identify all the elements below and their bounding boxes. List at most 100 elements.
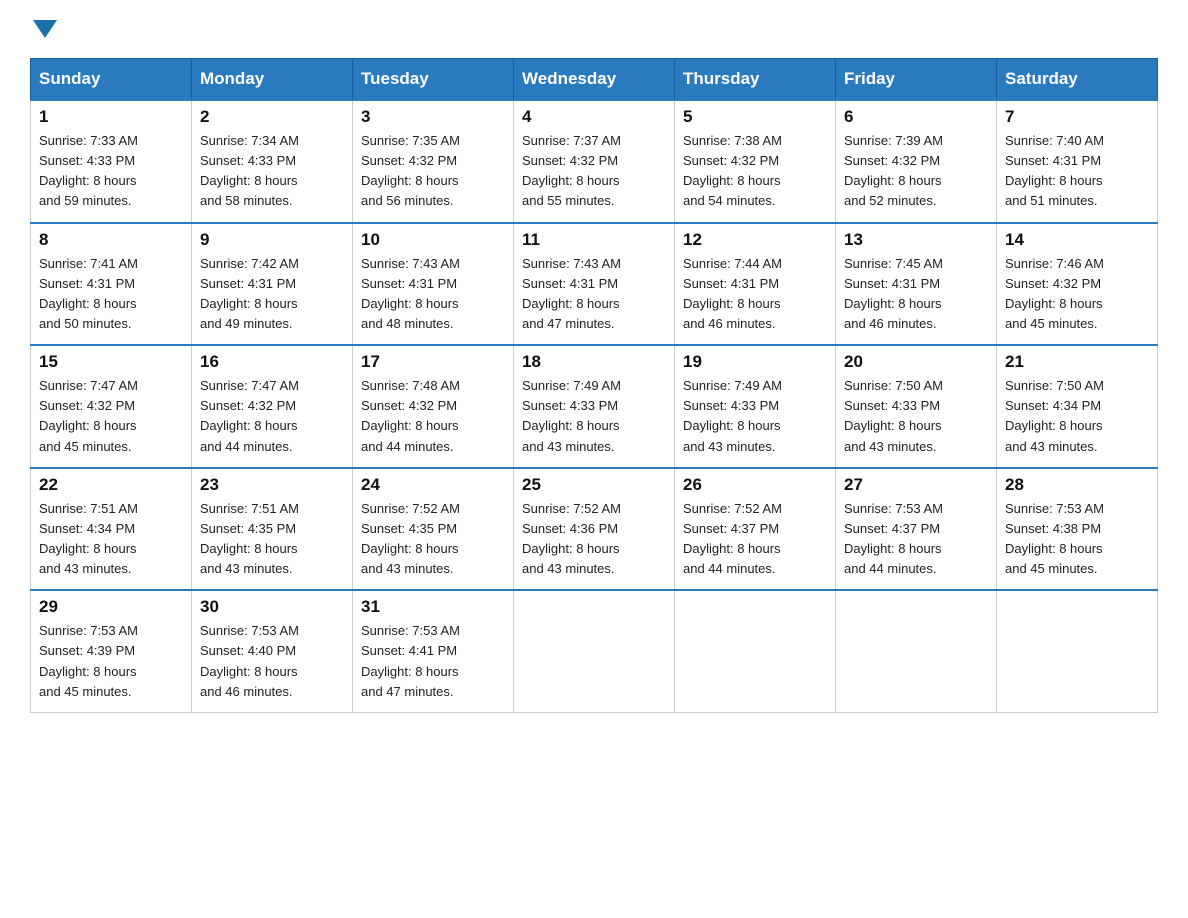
day-number: 6 (844, 107, 988, 127)
page-header (30, 20, 1158, 40)
calendar-day-23: 23 Sunrise: 7:51 AMSunset: 4:35 PMDayligh… (192, 468, 353, 591)
day-number: 11 (522, 230, 666, 250)
day-info: Sunrise: 7:53 AMSunset: 4:39 PMDaylight:… (39, 623, 138, 698)
day-info: Sunrise: 7:52 AMSunset: 4:35 PMDaylight:… (361, 501, 460, 576)
day-info: Sunrise: 7:37 AMSunset: 4:32 PMDaylight:… (522, 133, 621, 208)
calendar-day-4: 4 Sunrise: 7:37 AMSunset: 4:32 PMDaylight… (514, 100, 675, 223)
day-number: 9 (200, 230, 344, 250)
day-info: Sunrise: 7:53 AMSunset: 4:38 PMDaylight:… (1005, 501, 1104, 576)
calendar-week-row: 15 Sunrise: 7:47 AMSunset: 4:32 PMDayligh… (31, 345, 1158, 468)
calendar-day-11: 11 Sunrise: 7:43 AMSunset: 4:31 PMDayligh… (514, 223, 675, 346)
calendar-empty-cell (997, 590, 1158, 712)
calendar-day-25: 25 Sunrise: 7:52 AMSunset: 4:36 PMDayligh… (514, 468, 675, 591)
day-number: 29 (39, 597, 183, 617)
day-info: Sunrise: 7:51 AMSunset: 4:35 PMDaylight:… (200, 501, 299, 576)
day-number: 13 (844, 230, 988, 250)
calendar-table: SundayMondayTuesdayWednesdayThursdayFrid… (30, 58, 1158, 713)
calendar-day-5: 5 Sunrise: 7:38 AMSunset: 4:32 PMDaylight… (675, 100, 836, 223)
calendar-day-18: 18Sunrise: 7:49 AMSunset: 4:33 PMDayligh… (514, 345, 675, 468)
day-info: Sunrise: 7:52 AMSunset: 4:36 PMDaylight:… (522, 501, 621, 576)
day-info: Sunrise: 7:34 AMSunset: 4:33 PMDaylight:… (200, 133, 299, 208)
calendar-day-21: 21 Sunrise: 7:50 AMSunset: 4:34 PMDayligh… (997, 345, 1158, 468)
day-info: Sunrise: 7:47 AMSunset: 4:32 PMDaylight:… (39, 378, 138, 453)
day-info: Sunrise: 7:40 AMSunset: 4:31 PMDaylight:… (1005, 133, 1104, 208)
weekday-header-row: SundayMondayTuesdayWednesdayThursdayFrid… (31, 59, 1158, 101)
day-number: 4 (522, 107, 666, 127)
day-info: Sunrise: 7:49 AMSunset: 4:33 PMDaylight:… (683, 378, 782, 453)
day-number: 14 (1005, 230, 1149, 250)
day-number: 17 (361, 352, 505, 372)
day-info: Sunrise: 7:39 AMSunset: 4:32 PMDaylight:… (844, 133, 943, 208)
calendar-day-19: 19 Sunrise: 7:49 AMSunset: 4:33 PMDayligh… (675, 345, 836, 468)
calendar-day-16: 16Sunrise: 7:47 AMSunset: 4:32 PMDayligh… (192, 345, 353, 468)
day-number: 28 (1005, 475, 1149, 495)
day-info: Sunrise: 7:47 AMSunset: 4:32 PMDaylight:… (200, 378, 299, 453)
logo (30, 20, 57, 40)
calendar-week-row: 22Sunrise: 7:51 AMSunset: 4:34 PMDayligh… (31, 468, 1158, 591)
weekday-header-monday: Monday (192, 59, 353, 101)
weekday-header-wednesday: Wednesday (514, 59, 675, 101)
day-info: Sunrise: 7:42 AMSunset: 4:31 PMDaylight:… (200, 256, 299, 331)
calendar-day-28: 28 Sunrise: 7:53 AMSunset: 4:38 PMDayligh… (997, 468, 1158, 591)
logo-blue-text (30, 20, 57, 40)
day-info: Sunrise: 7:53 AMSunset: 4:37 PMDaylight:… (844, 501, 943, 576)
day-info: Sunrise: 7:38 AMSunset: 4:32 PMDaylight:… (683, 133, 782, 208)
day-number: 20 (844, 352, 988, 372)
calendar-day-29: 29 Sunrise: 7:53 AMSunset: 4:39 PMDayligh… (31, 590, 192, 712)
day-info: Sunrise: 7:49 AMSunset: 4:33 PMDaylight:… (522, 378, 621, 453)
calendar-day-1: 1 Sunrise: 7:33 AMSunset: 4:33 PMDaylight… (31, 100, 192, 223)
calendar-day-26: 26Sunrise: 7:52 AMSunset: 4:37 PMDayligh… (675, 468, 836, 591)
weekday-header-saturday: Saturday (997, 59, 1158, 101)
calendar-week-row: 29 Sunrise: 7:53 AMSunset: 4:39 PMDayligh… (31, 590, 1158, 712)
day-info: Sunrise: 7:44 AMSunset: 4:31 PMDaylight:… (683, 256, 782, 331)
day-info: Sunrise: 7:45 AMSunset: 4:31 PMDaylight:… (844, 256, 943, 331)
calendar-day-6: 6 Sunrise: 7:39 AMSunset: 4:32 PMDaylight… (836, 100, 997, 223)
day-number: 12 (683, 230, 827, 250)
day-info: Sunrise: 7:35 AMSunset: 4:32 PMDaylight:… (361, 133, 460, 208)
day-info: Sunrise: 7:50 AMSunset: 4:34 PMDaylight:… (1005, 378, 1104, 453)
day-number: 30 (200, 597, 344, 617)
day-number: 8 (39, 230, 183, 250)
calendar-day-15: 15 Sunrise: 7:47 AMSunset: 4:32 PMDayligh… (31, 345, 192, 468)
calendar-day-31: 31 Sunrise: 7:53 AMSunset: 4:41 PMDayligh… (353, 590, 514, 712)
calendar-week-row: 1 Sunrise: 7:33 AMSunset: 4:33 PMDaylight… (31, 100, 1158, 223)
calendar-empty-cell (836, 590, 997, 712)
calendar-day-27: 27Sunrise: 7:53 AMSunset: 4:37 PMDayligh… (836, 468, 997, 591)
day-info: Sunrise: 7:53 AMSunset: 4:41 PMDaylight:… (361, 623, 460, 698)
calendar-day-30: 30 Sunrise: 7:53 AMSunset: 4:40 PMDayligh… (192, 590, 353, 712)
calendar-day-14: 14Sunrise: 7:46 AMSunset: 4:32 PMDayligh… (997, 223, 1158, 346)
day-info: Sunrise: 7:33 AMSunset: 4:33 PMDaylight:… (39, 133, 138, 208)
calendar-day-7: 7 Sunrise: 7:40 AMSunset: 4:31 PMDaylight… (997, 100, 1158, 223)
calendar-day-20: 20Sunrise: 7:50 AMSunset: 4:33 PMDayligh… (836, 345, 997, 468)
day-number: 7 (1005, 107, 1149, 127)
calendar-day-13: 13 Sunrise: 7:45 AMSunset: 4:31 PMDayligh… (836, 223, 997, 346)
calendar-day-9: 9 Sunrise: 7:42 AMSunset: 4:31 PMDaylight… (192, 223, 353, 346)
calendar-week-row: 8 Sunrise: 7:41 AMSunset: 4:31 PMDaylight… (31, 223, 1158, 346)
day-number: 25 (522, 475, 666, 495)
day-info: Sunrise: 7:43 AMSunset: 4:31 PMDaylight:… (361, 256, 460, 331)
logo-triangle-icon (33, 20, 57, 38)
day-info: Sunrise: 7:41 AMSunset: 4:31 PMDaylight:… (39, 256, 138, 331)
day-number: 31 (361, 597, 505, 617)
day-info: Sunrise: 7:43 AMSunset: 4:31 PMDaylight:… (522, 256, 621, 331)
weekday-header-tuesday: Tuesday (353, 59, 514, 101)
day-number: 19 (683, 352, 827, 372)
calendar-day-10: 10 Sunrise: 7:43 AMSunset: 4:31 PMDayligh… (353, 223, 514, 346)
day-number: 1 (39, 107, 183, 127)
calendar-day-2: 2 Sunrise: 7:34 AMSunset: 4:33 PMDaylight… (192, 100, 353, 223)
day-number: 21 (1005, 352, 1149, 372)
day-number: 15 (39, 352, 183, 372)
calendar-empty-cell (514, 590, 675, 712)
weekday-header-sunday: Sunday (31, 59, 192, 101)
calendar-day-24: 24 Sunrise: 7:52 AMSunset: 4:35 PMDayligh… (353, 468, 514, 591)
weekday-header-friday: Friday (836, 59, 997, 101)
day-info: Sunrise: 7:53 AMSunset: 4:40 PMDaylight:… (200, 623, 299, 698)
day-number: 5 (683, 107, 827, 127)
day-number: 2 (200, 107, 344, 127)
day-number: 23 (200, 475, 344, 495)
calendar-body: 1 Sunrise: 7:33 AMSunset: 4:33 PMDaylight… (31, 100, 1158, 712)
calendar-header: SundayMondayTuesdayWednesdayThursdayFrid… (31, 59, 1158, 101)
calendar-day-3: 3Sunrise: 7:35 AMSunset: 4:32 PMDaylight… (353, 100, 514, 223)
day-number: 24 (361, 475, 505, 495)
day-number: 10 (361, 230, 505, 250)
